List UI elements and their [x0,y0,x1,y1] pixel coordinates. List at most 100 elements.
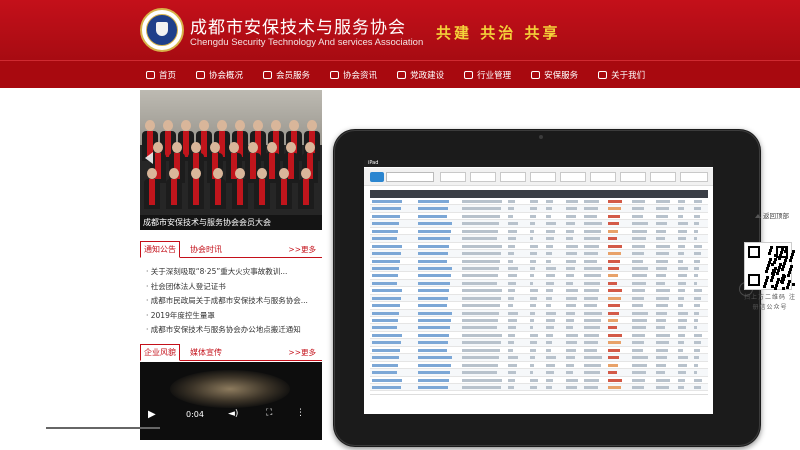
table-cell [566,259,576,263]
table-cell [694,378,702,382]
qr-module [775,284,778,287]
table-cell [418,200,449,203]
table-cell [656,341,669,345]
table-row [370,272,708,280]
table-cell [584,222,602,226]
video-progress-track[interactable] [40,427,160,429]
list-item[interactable]: · 2019年度控生量罩 [146,310,316,325]
table-cell [566,274,574,278]
table-cell [418,319,451,322]
notice-tabs: 通知公告 协会时讯 >>更多 [140,241,322,258]
table-cell [372,289,402,293]
list-item[interactable]: · 成都市民政局关于成都市安保技术与服务协会... [146,295,316,310]
qr-module [771,285,774,288]
table-cell [678,333,685,337]
table-cell [678,207,684,211]
table-cell [566,333,578,337]
table-cell [530,252,537,256]
qr-module [776,281,779,284]
table-cell [462,222,499,226]
photo-person [254,168,270,209]
table-cell [372,333,402,337]
tab-notice[interactable]: 通知公告 [140,241,180,258]
qr-caption: 扫上方二维码 注册信公众号 [744,294,796,311]
tab-enterprise-style[interactable]: 企业风貌 [140,344,180,361]
table-cell [508,237,516,241]
filter-select [560,172,586,182]
nav-item-news[interactable]: 协会资讯 [320,61,387,89]
table-cell [566,244,578,248]
table-cell [608,341,621,345]
table-cell [372,200,402,203]
notice-more-link[interactable]: >>更多 [288,244,316,255]
home-icon [146,71,155,79]
table-cell [462,296,501,300]
slider-prev-arrow-icon[interactable] [145,152,153,164]
table-cell [632,356,648,360]
fullscreen-icon[interactable]: ⛶ [266,408,272,418]
list-item[interactable]: · 社会团体法人登记证书 [146,281,316,296]
tab-association-news[interactable]: 协会时讯 [184,241,228,258]
table-cell [530,237,533,241]
nav-item-party[interactable]: 党政建设 [387,61,454,89]
photo-person [232,168,248,209]
status-carrier: iPad [368,160,379,166]
table-cell [608,356,619,360]
table-cell [678,274,687,278]
qr-module [781,248,784,251]
table-cell [418,214,447,218]
banner-slider[interactable] [140,90,322,230]
table-cell [584,266,602,270]
table-cell [656,363,666,367]
qr-module [790,256,793,259]
table-cell [656,348,668,352]
nav-item-home[interactable]: 首页 [136,61,186,89]
table-cell [656,326,665,330]
back-to-top-link[interactable]: 返回顶部 [755,210,789,220]
table-cell [530,319,534,322]
table-cell [584,363,601,367]
table-cell [584,378,599,382]
association-logo[interactable] [140,8,184,52]
table-cell [584,289,599,293]
table-cell [418,356,452,360]
list-item[interactable]: · 成都市安保技术与服务协会办公地点搬迁通知 [146,324,316,339]
nav-item-industry[interactable]: 行业管理 [454,61,521,89]
table-cell [566,348,576,352]
table-cell [530,214,536,218]
table-cell [372,259,400,263]
video-player[interactable] [140,362,322,440]
qr-module [787,274,790,277]
nav-item-security-service[interactable]: 安保服务 [521,61,588,89]
table-cell [418,274,451,278]
table-cell [372,341,401,345]
table-cell [608,237,617,241]
table-cell [530,266,535,270]
nav-item-about-association[interactable]: 协会概况 [186,61,253,89]
table-cell [694,229,698,233]
table-cell [508,207,514,211]
volume-icon[interactable]: ◄) [228,409,238,419]
nav-item-member-service[interactable]: 会员服务 [253,61,320,89]
table-cell [530,304,536,308]
more-options-icon[interactable]: ⋮ [296,408,305,418]
qr-module [785,256,788,259]
table-cell [462,385,501,389]
media-more-link[interactable]: >>更多 [288,347,316,358]
qr-module [780,280,783,283]
filter-select [650,172,676,182]
table-cell [694,296,701,300]
nav-item-about-us[interactable]: 关于我们 [588,61,655,89]
table-cell [508,378,515,382]
tab-media-publicity[interactable]: 媒体宣传 [184,344,228,361]
table-cell [508,371,516,375]
table-cell [608,200,622,203]
qr-module [792,250,795,253]
table-cell [656,356,667,360]
table-cell [546,214,551,218]
qr-module [776,272,779,275]
list-item[interactable]: · 关于深刻吸取“8·25”重大火灾事故教训... [146,266,316,281]
table-cell [530,333,538,337]
video-progress-fill [40,427,46,429]
play-icon[interactable]: ▶ [148,409,156,420]
